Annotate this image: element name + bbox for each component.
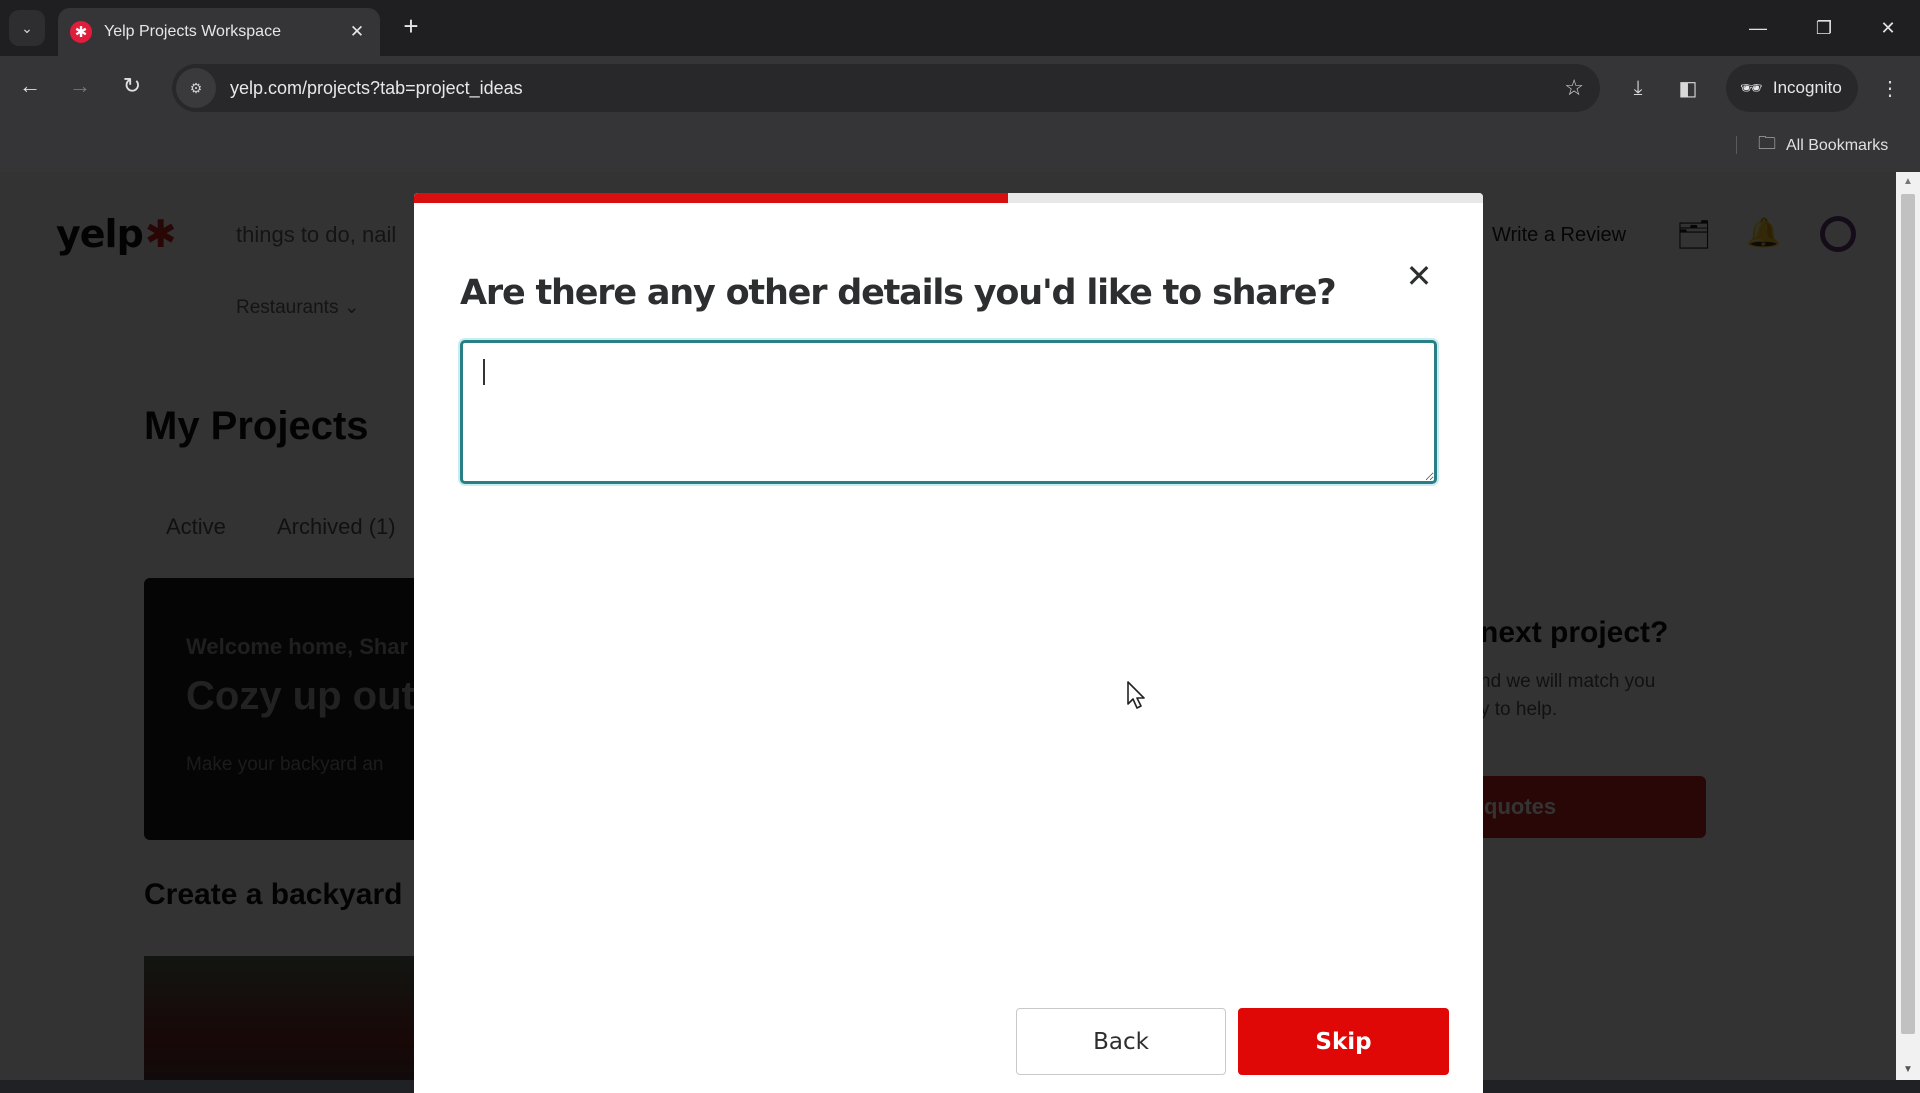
back-nav-button[interactable]: ← xyxy=(12,68,48,104)
all-bookmarks-button[interactable]: 🗀 All Bookmarks xyxy=(1758,132,1888,160)
all-bookmarks-label: All Bookmarks xyxy=(1786,137,1889,154)
restore-icon: ❐ xyxy=(1815,17,1833,38)
kebab-menu-icon: ⋮ xyxy=(1880,77,1900,100)
arrow-left-icon: ← xyxy=(19,73,41,98)
tab-close-icon[interactable]: ✕ xyxy=(346,22,368,42)
downloads-button[interactable]: ⤓ xyxy=(1620,70,1656,106)
address-bar[interactable]: ⚙ yelp.com/projects?tab=project_ideas ☆ xyxy=(172,64,1600,112)
bookmarks-bar: 🗀 All Bookmarks xyxy=(0,120,1920,172)
reload-button[interactable]: ↻ xyxy=(114,68,150,104)
close-window-button[interactable]: ✕ xyxy=(1860,8,1916,48)
skip-button[interactable]: Skip xyxy=(1238,1008,1449,1075)
folder-icon: 🗀 xyxy=(1758,133,1776,153)
project-details-modal: Are there any other details you'd like t… xyxy=(414,193,1483,1093)
close-modal-button[interactable]: ✕ xyxy=(1394,251,1444,301)
minimize-window-button[interactable]: — xyxy=(1730,8,1786,48)
download-icon: ⤓ xyxy=(1633,76,1643,99)
tab-title: Yelp Projects Workspace xyxy=(104,23,281,40)
details-textarea[interactable] xyxy=(460,340,1437,484)
text-caret xyxy=(483,359,485,385)
incognito-indicator[interactable]: 🕶 Incognito xyxy=(1726,64,1858,112)
scrollbar-thumb[interactable] xyxy=(1901,194,1915,1034)
scroll-down-arrow-icon[interactable]: ▼ xyxy=(1896,1060,1920,1080)
minimize-icon: — xyxy=(1749,17,1767,38)
modal-title: Are there any other details you'd like t… xyxy=(460,273,1337,313)
chevron-down-icon: ⌄ xyxy=(21,19,33,36)
forward-nav-button[interactable]: → xyxy=(62,68,98,104)
browser-tab-strip: ⌄ ✱ Yelp Projects Workspace ✕ + — ❐ ✕ xyxy=(0,0,1920,56)
arrow-right-icon: → xyxy=(69,73,91,98)
page-scrollbar[interactable]: ▲ ▼ xyxy=(1896,172,1920,1080)
site-info-icon[interactable]: ⚙ xyxy=(176,68,216,108)
side-panel-icon: ◧ xyxy=(1678,77,1698,100)
yelp-favicon-icon: ✱ xyxy=(70,21,92,43)
restore-window-button[interactable]: ❐ xyxy=(1796,8,1852,48)
scroll-up-arrow-icon[interactable]: ▲ xyxy=(1896,172,1920,192)
browser-tab-active[interactable]: ✱ Yelp Projects Workspace ✕ xyxy=(58,8,380,56)
browser-menu-button[interactable]: ⋮ xyxy=(1872,70,1908,106)
reload-icon: ↻ xyxy=(122,73,142,98)
browser-toolbar: ← → ↻ ⚙ yelp.com/projects?tab=project_id… xyxy=(0,56,1920,120)
tab-search-button[interactable]: ⌄ xyxy=(9,10,45,46)
incognito-label: Incognito xyxy=(1772,78,1842,97)
url-text[interactable]: yelp.com/projects?tab=project_ideas xyxy=(230,78,523,99)
side-panel-button[interactable]: ◧ xyxy=(1670,70,1706,106)
bookmark-star-icon[interactable]: ☆ xyxy=(1564,75,1584,101)
back-button[interactable]: Back xyxy=(1016,1008,1226,1075)
bookmarks-separator xyxy=(1736,136,1737,154)
close-icon: ✕ xyxy=(1405,258,1433,294)
progress-bar xyxy=(414,193,1483,203)
progress-bar-fill xyxy=(414,193,1009,203)
incognito-icon: 🕶 xyxy=(1740,77,1763,98)
close-icon: ✕ xyxy=(1880,17,1896,38)
new-tab-button[interactable]: + xyxy=(396,12,426,42)
